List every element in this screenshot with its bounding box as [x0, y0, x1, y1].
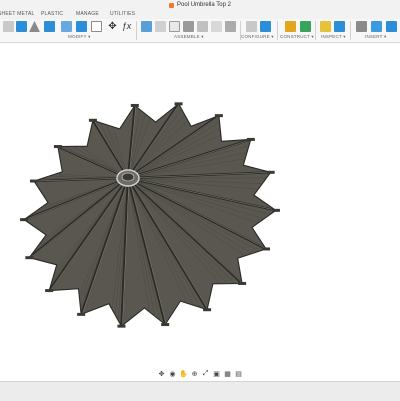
insert-menu[interactable]: INSERT ▾ [365, 34, 386, 41]
zoom-icon[interactable]: ⊕ [191, 370, 199, 378]
document-icon [169, 3, 174, 8]
separator [277, 21, 278, 40]
axis-icon[interactable] [300, 21, 311, 32]
as-built-joint-icon[interactable] [169, 21, 180, 32]
viewport-icon[interactable]: ▤ [235, 370, 243, 378]
umbrella-model[interactable] [0, 43, 400, 380]
separator [315, 21, 316, 40]
rib-tip-cap [89, 119, 97, 122]
tab-plastic[interactable]: PLASTIC [41, 10, 63, 19]
rib-tip-cap [117, 325, 125, 328]
rib-tip-cap [267, 171, 275, 174]
separator [350, 21, 351, 40]
rib-tip-cap [20, 218, 28, 221]
rib-tip-cap [30, 180, 38, 183]
chamfer-icon[interactable] [29, 21, 40, 32]
press-pull-icon[interactable] [3, 21, 14, 32]
combine-icon[interactable] [61, 21, 72, 32]
rib-tip-cap [262, 247, 270, 250]
tab-manage[interactable]: MANAGE [76, 10, 99, 19]
separator [136, 21, 137, 40]
joint-origin-icon[interactable] [183, 21, 194, 32]
rib-tip-cap [247, 138, 255, 141]
pan-icon[interactable]: ✋ [180, 370, 188, 378]
rib-tip-cap [54, 145, 62, 148]
hub-opening [122, 173, 134, 181]
rib-tip-cap [45, 289, 53, 292]
grid-icon[interactable]: ▦ [224, 370, 232, 378]
inspect-menu[interactable]: INSPECT ▾ [321, 34, 346, 41]
configure-table-icon[interactable] [246, 21, 257, 32]
status-bar [0, 381, 400, 401]
insert-canvas-icon[interactable] [371, 21, 382, 32]
new-component-icon[interactable] [141, 21, 152, 32]
offset-plane-icon[interactable] [285, 21, 296, 32]
rib-tip-cap [215, 114, 223, 117]
display-mode-icon[interactable]: ▣ [213, 370, 221, 378]
rib-tip-cap [238, 282, 246, 285]
configure-rule-icon[interactable] [260, 21, 271, 32]
fit-icon[interactable]: ⤢ [202, 370, 210, 378]
insert-derive-icon[interactable] [356, 21, 367, 32]
ribbon-toolbar: ✥ ƒx MODIFY ▾ ASSEMBLE ▾ CONFIGURE ▾ CON… [0, 19, 400, 43]
function-icon[interactable]: ƒx [121, 21, 132, 32]
motion-link-icon[interactable] [225, 21, 236, 32]
rib-tip-cap [25, 256, 33, 259]
tab-sheet-metal[interactable]: SHEET METAL [0, 10, 34, 19]
construct-menu[interactable]: CONSTRUCT ▾ [280, 34, 314, 41]
drive-joints-icon[interactable] [211, 21, 222, 32]
assemble-menu[interactable]: ASSEMBLE ▾ [174, 34, 204, 41]
shell-icon[interactable] [44, 21, 55, 32]
document-title: Pool Umbrella Top 2 [0, 0, 400, 10]
rib-tip-cap [272, 209, 280, 212]
joint-icon[interactable] [155, 21, 166, 32]
look-icon[interactable]: ◉ [169, 370, 177, 378]
rib-tip-cap [131, 104, 139, 107]
move-icon[interactable]: ✥ [158, 370, 166, 378]
viewport-canvas[interactable] [0, 43, 400, 380]
tab-utilities[interactable]: UTILITIES [110, 10, 135, 19]
document-title-text: Pool Umbrella Top 2 [177, 2, 231, 8]
measure-icon[interactable] [320, 21, 331, 32]
rib-tip-cap [77, 313, 85, 316]
replace-face-icon[interactable] [91, 21, 102, 32]
rigid-group-icon[interactable] [197, 21, 208, 32]
insert-mesh-icon[interactable] [386, 21, 397, 32]
move-copy-icon[interactable]: ✥ [107, 21, 118, 32]
modify-menu[interactable]: MODIFY ▾ [68, 34, 91, 41]
ribbon-tabs: SHEET METAL PLASTIC MANAGE UTILITIES [0, 10, 400, 19]
fillet-icon[interactable] [16, 21, 27, 32]
rib-tip-cap [203, 308, 211, 311]
rib-tip-cap [175, 102, 183, 105]
title-bar: Pool Umbrella Top 2 [0, 0, 400, 10]
interference-icon[interactable] [334, 21, 345, 32]
rib-tip-cap [161, 323, 169, 326]
navigation-bar: ✥ ◉ ✋ ⊕ ⤢ ▣ ▦ ▤ [150, 368, 250, 380]
scale-icon[interactable] [76, 21, 87, 32]
configure-menu[interactable]: CONFIGURE ▾ [241, 34, 274, 41]
